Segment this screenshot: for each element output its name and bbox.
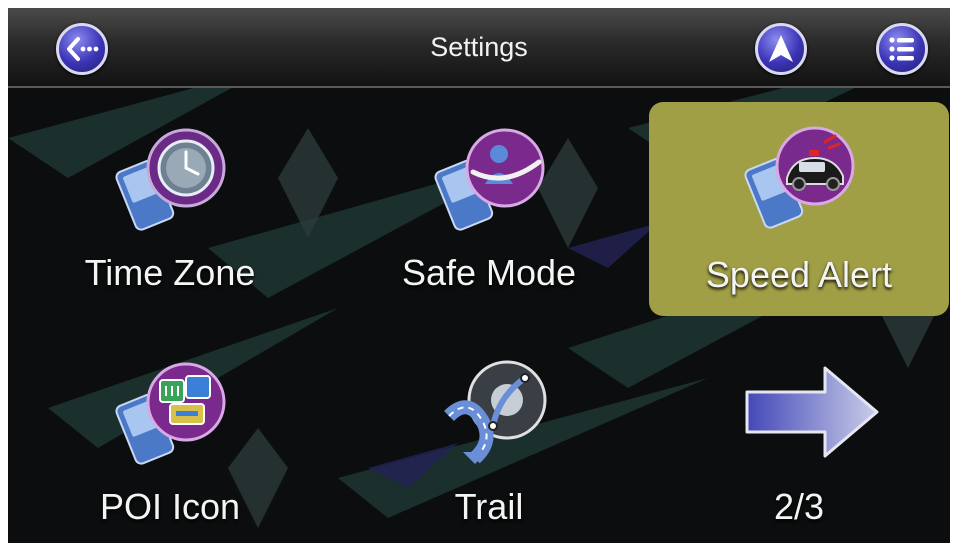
time-zone-icon (115, 128, 226, 231)
tile-label: Safe Mode (401, 252, 577, 293)
menu-button[interactable] (876, 23, 928, 75)
poi-icon-tile[interactable]: POI Icon (20, 338, 320, 543)
next-page-arrow-icon (745, 366, 879, 458)
navigation-arrow-icon (769, 35, 793, 62)
page-indicator: 2/3 (773, 486, 825, 527)
tile-label: POI Icon (99, 486, 241, 527)
trail-tile[interactable]: Trail (339, 338, 639, 543)
settings-screen: Settings Time Zone Safe Mode Speed Alert… (8, 8, 950, 543)
tile-label: Time Zone (84, 252, 256, 293)
speed-alert-tile[interactable]: Speed Alert (649, 102, 949, 316)
navigation-button[interactable] (755, 23, 807, 75)
tile-label: Trail (454, 486, 524, 527)
back-button[interactable] (56, 23, 108, 75)
speed-alert-icon (744, 126, 855, 229)
page-title: Settings (430, 32, 528, 62)
time-zone-tile[interactable]: Time Zone (20, 104, 320, 318)
poi-icon (115, 362, 226, 465)
safe-mode-icon (434, 128, 545, 231)
back-arrow-icon (67, 37, 99, 61)
list-menu-icon (889, 37, 914, 61)
title-bar: Settings (8, 8, 950, 88)
safe-mode-tile[interactable]: Safe Mode (339, 104, 639, 318)
tile-label: Speed Alert (705, 254, 893, 295)
trail-icon (444, 360, 547, 464)
next-page-tile[interactable]: 2/3 (649, 338, 949, 543)
